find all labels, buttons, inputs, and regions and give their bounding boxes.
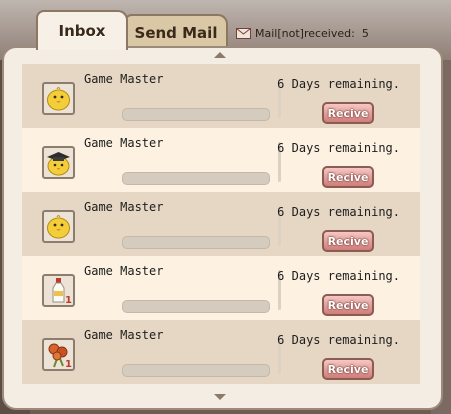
mail-status-count: 5 — [361, 27, 369, 40]
mail-sender: Game Master — [84, 264, 164, 278]
receive-button[interactable]: Recive — [322, 294, 374, 316]
mail-subject-bar — [122, 172, 270, 185]
mail-days-remaining: 6 Days remaining. — [277, 77, 400, 91]
receive-button[interactable]: Recive — [322, 102, 374, 124]
tab-inbox[interactable]: Inbox — [36, 10, 128, 50]
flower-bundle-icon: 1 — [42, 338, 75, 371]
receive-button[interactable]: Recive — [322, 166, 374, 188]
mail-sender: Game Master — [84, 200, 164, 214]
mail-subject-bar — [122, 236, 270, 249]
mail-subject-bar — [122, 364, 270, 377]
mail-list-panel: Game Master 6 Days remaining. Recive Gam… — [2, 46, 443, 410]
scroll-up-icon[interactable] — [214, 52, 226, 58]
mail-days-remaining: 6 Days remaining. — [277, 141, 400, 155]
receive-button[interactable]: Recive — [322, 358, 374, 380]
scroll-down-icon[interactable] — [214, 394, 226, 400]
mail-row[interactable]: Game Master 6 Days remaining. Recive — [22, 64, 420, 128]
mail-subject-bar — [122, 108, 270, 121]
mail-status-label: Mail[not]received: — [255, 27, 355, 40]
mail-days-remaining: 6 Days remaining. — [277, 205, 400, 219]
mail-row[interactable]: Game Master 6 Days remaining. Recive — [22, 192, 420, 256]
receive-button[interactable]: Recive — [322, 230, 374, 252]
tab-send-mail[interactable]: Send Mail — [124, 14, 228, 50]
item-quantity: 1 — [65, 295, 72, 306]
mail-sender: Game Master — [84, 328, 164, 342]
mail-row[interactable]: Game Master 6 Days remaining. Recive — [22, 128, 420, 192]
envelope-icon — [236, 28, 251, 39]
mail-row[interactable]: 1 Game Master 6 Days remaining. Recive — [22, 320, 420, 384]
yellow-chick-icon — [42, 210, 75, 243]
mail-status: Mail[not]received: 5 — [236, 27, 369, 40]
mail-list: Game Master 6 Days remaining. Recive Gam… — [22, 64, 420, 384]
mail-row[interactable]: 1 Game Master 6 Days remaining. Recive — [22, 256, 420, 320]
mail-sender: Game Master — [84, 136, 164, 150]
mail-sender: Game Master — [84, 72, 164, 86]
item-quantity: 1 — [65, 359, 72, 370]
mail-subject-bar — [122, 300, 270, 313]
mail-days-remaining: 6 Days remaining. — [277, 333, 400, 347]
mail-days-remaining: 6 Days remaining. — [277, 269, 400, 283]
yellow-chick-icon — [42, 82, 75, 115]
chick-graduate-hat-icon — [42, 146, 75, 179]
milk-bottle-icon: 1 — [42, 274, 75, 307]
